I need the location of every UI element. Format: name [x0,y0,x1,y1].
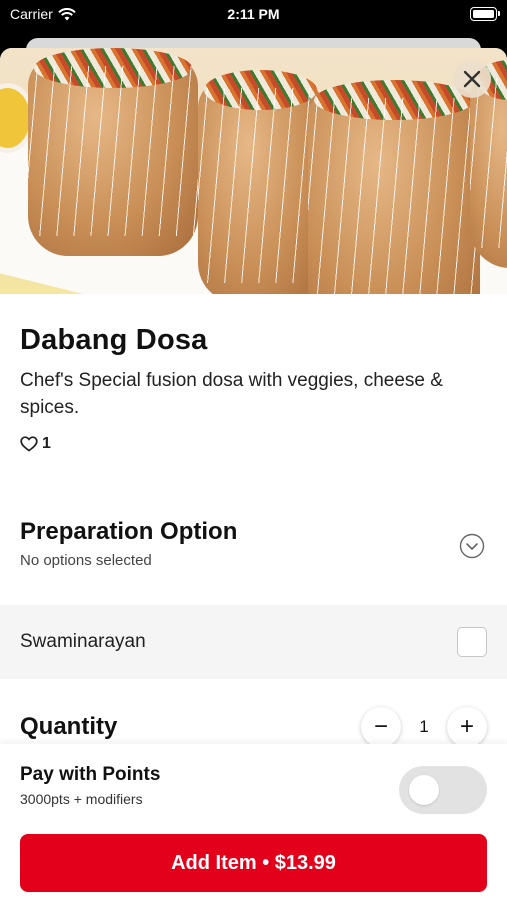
plus-icon: + [459,713,474,740]
chevron-down-icon[interactable] [459,533,485,559]
checkout-footer: Pay with Points 3000pts + modifiers Add … [0,744,507,900]
option-label: Swaminarayan [20,631,146,652]
points-heading: Pay with Points [20,764,161,785]
increment-button[interactable]: + [447,707,487,747]
dosa-roll-shape [28,48,198,256]
close-button[interactable] [453,60,491,98]
quantity-stepper: − 1 + [361,707,487,747]
decrement-button[interactable]: − [361,707,401,747]
dosa-roll-shape [308,80,480,294]
dosa-roll-shape [198,70,323,294]
points-subtext: 3000pts + modifiers [20,791,143,807]
add-item-button[interactable]: Add Item • $13.99 [20,834,487,892]
battery-icon [470,7,500,21]
quantity-value: 1 [419,717,429,736]
points-toggle[interactable] [399,766,487,814]
status-time: 2:11 PM [227,6,280,22]
preparation-option-header[interactable]: Preparation Option No options selected [0,518,507,569]
preparation-heading: Preparation Option [20,518,238,545]
preparation-subtext: No options selected [20,552,152,569]
like-control[interactable]: 1 [20,435,487,453]
pay-with-points: Pay with Points 3000pts + modifiers [20,764,160,807]
item-detail-sheet: Dabang Dosa Chef's Special fusion dosa w… [0,48,507,900]
close-icon [463,70,481,88]
quantity-heading: Quantity [20,713,118,740]
status-bar: Carrier 2:11 PM [0,0,507,30]
like-count: 1 [42,435,51,452]
item-photo [0,48,507,294]
dosa-roll-shape [470,60,507,268]
item-title: Dabang Dosa [20,324,208,356]
item-details: Dabang Dosa Chef's Special fusion dosa w… [0,294,507,453]
preparation-option-row[interactable]: Swaminarayan [0,605,507,679]
toggle-knob [409,775,439,805]
item-description: Chef's Special fusion dosa with veggies,… [20,370,443,418]
minus-icon: − [373,713,388,740]
option-checkbox[interactable] [457,627,487,657]
heart-icon[interactable] [20,436,38,452]
